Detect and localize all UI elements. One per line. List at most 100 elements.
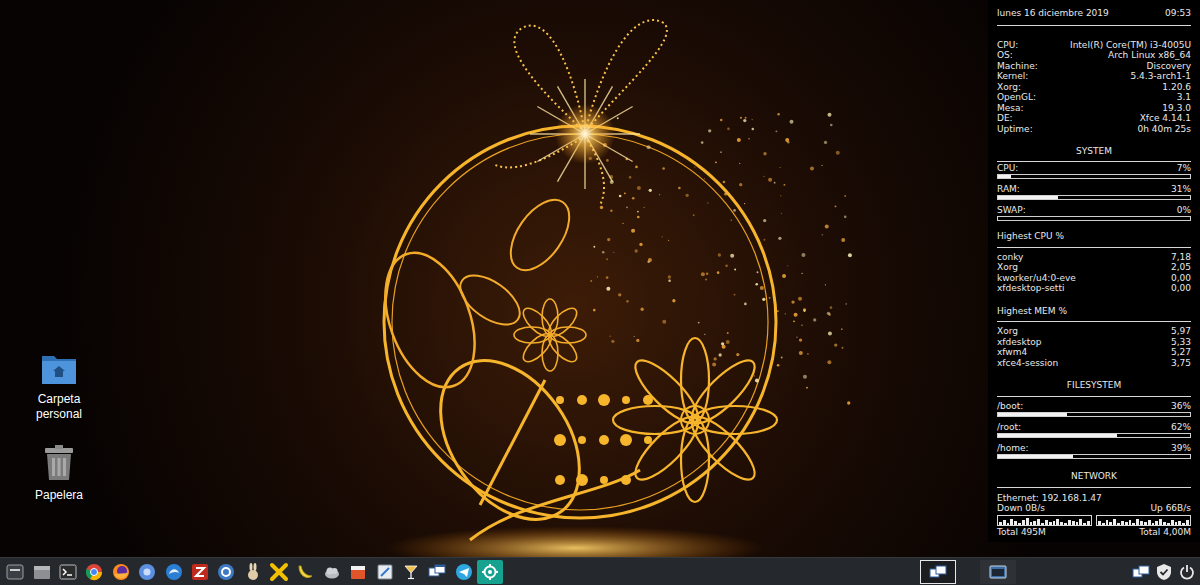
meter-reading: 62%: [1171, 422, 1191, 433]
launcher-button[interactable]: [398, 560, 424, 584]
graph-bar: [1152, 523, 1155, 525]
section-title: FILESYSTEM: [997, 380, 1191, 391]
cloud-icon: [322, 562, 342, 582]
launcher-button[interactable]: [28, 560, 54, 584]
meter-fill: [998, 455, 1073, 458]
launcher-button[interactable]: [134, 560, 160, 584]
graph-bar: [1121, 521, 1124, 525]
launcher-button[interactable]: [213, 560, 239, 584]
graph-bar: [1113, 519, 1116, 524]
system-tray: [1131, 561, 1200, 583]
launcher-button[interactable]: [240, 560, 266, 584]
graph-bar: [1056, 519, 1059, 524]
filezilla-icon: [190, 562, 210, 582]
qbittorrent-icon: [216, 562, 236, 582]
tray-button[interactable]: [1177, 561, 1197, 583]
graph-bar: [1136, 519, 1139, 524]
launcher-button[interactable]: [371, 560, 397, 584]
graph-bar: [1037, 519, 1040, 524]
meter-label: SWAP:: [997, 205, 1026, 216]
graph-bar: [1102, 523, 1105, 525]
graph-bar: [1132, 523, 1135, 525]
meter-reading: 31%: [1171, 184, 1191, 195]
desktop-icon[interactable]: Carpeta personal: [14, 350, 104, 422]
info-row: Xorg:1.20.6: [997, 82, 1191, 93]
launcher-button[interactable]: [108, 560, 134, 584]
process-row: Xorg5,97: [997, 326, 1191, 337]
graph-bar: [1087, 521, 1090, 525]
meter-bar: [997, 433, 1191, 438]
launcher-button[interactable]: [81, 560, 107, 584]
desktop-icon[interactable]: Papelera: [14, 444, 104, 503]
launcher-button[interactable]: [187, 560, 213, 584]
tray-button[interactable]: [1131, 561, 1151, 583]
launcher-button[interactable]: [266, 560, 292, 584]
app-menu-icon: [5, 562, 25, 582]
screen: Carpeta personal Papelera lunes 16 diciemb…: [0, 0, 1200, 585]
graph-bar: [1014, 521, 1017, 525]
graph-bar: [1007, 523, 1010, 525]
taskbar: [0, 557, 1200, 585]
launcher-button[interactable]: [160, 560, 186, 584]
section-title: NETWORK: [997, 471, 1191, 482]
time: 09:53: [1165, 8, 1191, 19]
graph-bar: [1117, 523, 1120, 525]
window-button[interactable]: [980, 560, 1016, 584]
graph-bar: [1106, 520, 1109, 525]
divider: [997, 487, 1191, 488]
graph-bar: [1076, 522, 1079, 525]
graph-bar: [1182, 523, 1185, 525]
launcher-button[interactable]: [345, 560, 371, 584]
process-list: Xorg5,97xfdesktop5,33xfwm45,27xfce4-sess…: [997, 326, 1191, 368]
process-row: kworker/u4:0-eve0,00: [997, 273, 1191, 284]
graph-bar: [1155, 521, 1158, 525]
launcher-button[interactable]: [319, 560, 345, 584]
graph-bar: [1022, 520, 1025, 525]
launcher-button[interactable]: [451, 560, 477, 584]
graph-bar: [1018, 523, 1021, 525]
meter-bar: [997, 195, 1191, 200]
download-rate: Down 0B/s: [997, 503, 1092, 514]
graph-bar: [1098, 521, 1101, 525]
download-total: Total 495M: [997, 527, 1092, 538]
graph-bar: [1060, 522, 1063, 525]
launcher-button[interactable]: [477, 560, 503, 584]
window-buttons: [920, 560, 1016, 584]
meter-reading: 39%: [1171, 443, 1191, 454]
power-icon: [1179, 564, 1195, 580]
launcher-group: [0, 560, 503, 584]
meter: /root:62%: [997, 422, 1191, 439]
upload-column: Up 66B/sTotal 4,00M: [1096, 503, 1191, 537]
desktop-icons: Carpeta personal Papelera: [14, 350, 104, 503]
cocktail-icon: [401, 562, 421, 582]
process-row: Xorg2,05: [997, 262, 1191, 273]
window-button[interactable]: [920, 560, 956, 584]
graph-bar: [1178, 521, 1181, 525]
windows-icon: [1132, 565, 1150, 579]
section-title: SYSTEM: [997, 146, 1191, 157]
meter-fill: [998, 175, 1011, 178]
meter-label: /boot:: [997, 401, 1023, 412]
process-row: conky7,18: [997, 252, 1191, 263]
meter-label: /home:: [997, 443, 1029, 454]
divider: [997, 161, 1191, 162]
meter: /boot:36%: [997, 401, 1191, 418]
meter-fill: [998, 434, 1117, 437]
process-row: xfdesktop-setti0,00: [997, 283, 1191, 294]
terminal-icon: [58, 562, 78, 582]
xchat-icon: [269, 562, 289, 582]
info-row: OS:Arch Linux x86_64: [997, 50, 1191, 61]
graph-bar: [999, 522, 1002, 525]
launcher-button[interactable]: [2, 560, 28, 584]
meter-bar: [997, 174, 1191, 179]
launcher-button[interactable]: [55, 560, 81, 584]
graph-bar: [1045, 520, 1048, 525]
graph-bar: [1053, 521, 1056, 525]
clock-row: lunes 16 diciembre 201909:53: [997, 8, 1191, 19]
tray-button[interactable]: [1154, 561, 1174, 583]
meter-fill: [998, 196, 1058, 199]
launcher-button[interactable]: [424, 560, 450, 584]
graph-bar: [1167, 523, 1170, 525]
divider: [997, 247, 1191, 248]
launcher-button[interactable]: [292, 560, 318, 584]
